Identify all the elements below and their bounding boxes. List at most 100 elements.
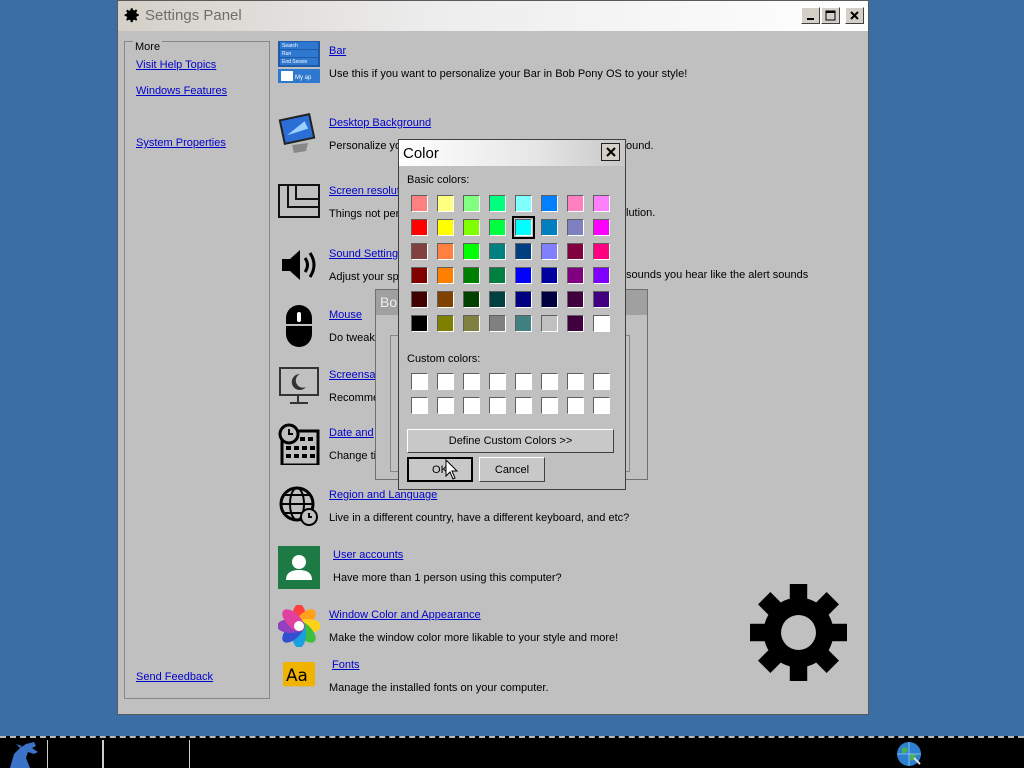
basic-color-swatch[interactable] [593,195,610,212]
basic-color-swatch[interactable] [541,219,558,236]
basic-color-swatch[interactable] [567,243,584,260]
date-time-link[interactable]: Date and [329,427,374,439]
define-custom-colors-button[interactable]: Define Custom Colors >> [407,429,614,453]
custom-color-swatch[interactable] [567,373,584,390]
color-dialog-close-button[interactable] [601,143,620,161]
desktop-background-link[interactable]: Desktop Background [329,117,431,129]
custom-color-swatch[interactable] [515,397,532,414]
bar-link[interactable]: Bar [329,45,346,57]
screen-resolution-link[interactable]: Screen resolut [329,185,400,197]
system-properties-link[interactable]: System Properties [136,137,226,149]
screensaver-link[interactable]: Screensa [329,369,375,381]
basic-color-swatch[interactable] [463,219,480,236]
basic-color-swatch[interactable] [489,315,506,332]
basic-color-swatch[interactable] [567,291,584,308]
close-icon [850,11,859,20]
basic-color-swatch[interactable] [437,291,454,308]
custom-color-swatch[interactable] [541,397,558,414]
custom-color-swatch[interactable] [489,373,506,390]
bar-desc: Use this if you want to personalize your… [329,68,688,80]
basic-color-swatch[interactable] [437,195,454,212]
bar-icon-search-text: Search [282,43,298,49]
basic-color-swatch[interactable] [593,243,610,260]
region-language-link[interactable]: Region and Language [329,489,437,501]
mouse-link[interactable]: Mouse [329,309,362,321]
basic-color-swatch[interactable] [541,195,558,212]
basic-color-swatch[interactable] [515,291,532,308]
basic-color-swatch[interactable] [489,243,506,260]
basic-color-swatch[interactable] [411,243,428,260]
basic-color-swatch[interactable] [515,243,532,260]
title-bar[interactable]: Settings Panel [118,1,868,31]
custom-color-swatch[interactable] [541,373,558,390]
basic-color-swatch[interactable] [541,315,558,332]
basic-color-swatch[interactable] [463,195,480,212]
basic-color-swatch[interactable] [463,291,480,308]
basic-color-swatch[interactable] [515,195,532,212]
cancel-button[interactable]: Cancel [479,457,545,482]
color-dialog: Color Basic colors: Custom colors: Defin… [398,139,626,490]
basic-color-swatch[interactable] [411,195,428,212]
taskbar-slot[interactable] [47,740,103,768]
visit-help-topics-link[interactable]: Visit Help Topics [136,59,216,71]
network-globe-icon[interactable] [894,740,924,768]
basic-color-swatch[interactable] [567,315,584,332]
basic-color-swatch[interactable] [541,267,558,284]
bar-icon-end-text: End Sessio [282,59,308,65]
basic-color-swatch[interactable] [593,219,610,236]
basic-color-swatch[interactable] [593,267,610,284]
basic-color-swatch[interactable] [541,291,558,308]
basic-color-swatch[interactable] [411,291,428,308]
close-icon [605,147,616,157]
basic-color-swatch[interactable] [512,216,535,239]
custom-color-swatch[interactable] [463,373,480,390]
window-color-link[interactable]: Window Color and Appearance [329,609,481,621]
close-button[interactable] [845,7,864,24]
custom-color-swatch[interactable] [593,373,610,390]
custom-color-swatch[interactable] [411,373,428,390]
basic-color-swatch[interactable] [411,219,428,236]
fonts-link[interactable]: Fonts [332,659,360,671]
user-accounts-link[interactable]: User accounts [333,549,403,561]
minimize-button[interactable] [801,7,820,24]
windows-features-link[interactable]: Windows Features [136,85,227,97]
taskbar-slot[interactable] [103,740,190,768]
custom-color-swatch[interactable] [437,373,454,390]
basic-color-swatch[interactable] [411,315,428,332]
basic-color-swatch[interactable] [489,291,506,308]
custom-color-swatch[interactable] [515,373,532,390]
basic-color-swatch[interactable] [463,315,480,332]
basic-color-swatch[interactable] [593,291,610,308]
bar-icon-myapps-text: My ap [295,75,312,81]
basic-color-swatch[interactable] [489,267,506,284]
basic-color-swatch[interactable] [489,195,506,212]
custom-color-swatch[interactable] [567,397,584,414]
basic-color-swatch[interactable] [567,195,584,212]
custom-color-swatch[interactable] [437,397,454,414]
maximize-button[interactable] [821,7,840,24]
basic-color-swatch[interactable] [437,243,454,260]
basic-color-swatch[interactable] [541,243,558,260]
basic-color-swatch[interactable] [593,315,610,332]
basic-color-swatch[interactable] [411,267,428,284]
basic-color-swatch[interactable] [437,219,454,236]
ok-button[interactable]: OK [407,457,473,482]
basic-color-swatch[interactable] [489,219,506,236]
basic-color-swatch[interactable] [437,267,454,284]
custom-color-swatch[interactable] [411,397,428,414]
user-accounts-desc: Have more than 1 person using this compu… [333,572,562,584]
basic-color-swatch[interactable] [567,267,584,284]
basic-color-swatch[interactable] [437,315,454,332]
sound-settings-link[interactable]: Sound Settings [329,248,404,260]
basic-color-swatch[interactable] [515,315,532,332]
start-pony-icon[interactable] [6,740,44,768]
custom-color-swatch[interactable] [593,397,610,414]
custom-color-swatch[interactable] [489,397,506,414]
basic-color-swatch[interactable] [567,219,584,236]
basic-color-swatch[interactable] [463,267,480,284]
send-feedback-link[interactable]: Send Feedback [136,671,213,683]
custom-color-swatch[interactable] [463,397,480,414]
basic-color-swatch[interactable] [463,243,480,260]
color-dialog-titlebar[interactable]: Color [399,140,625,166]
basic-color-swatch[interactable] [515,267,532,284]
